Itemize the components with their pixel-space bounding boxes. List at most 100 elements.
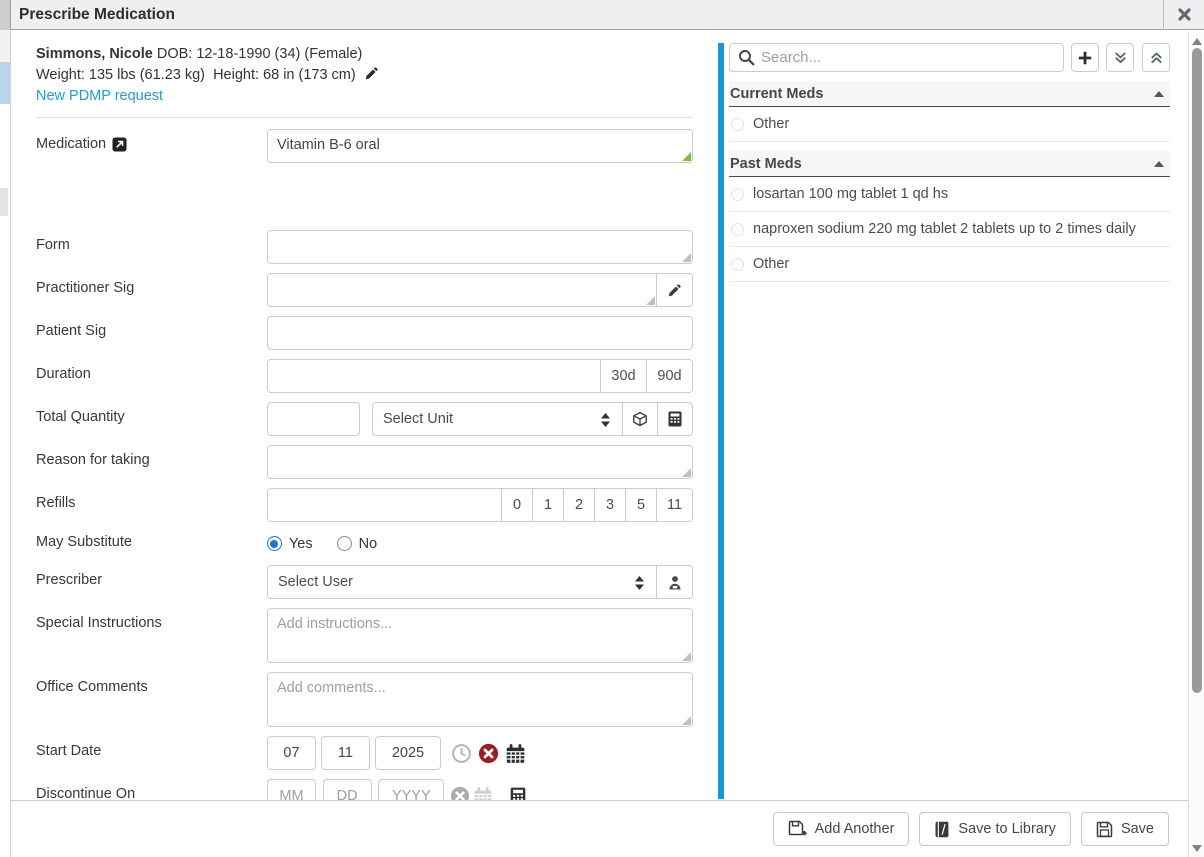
radio-unselected-icon bbox=[731, 258, 744, 271]
med-item-label: Other bbox=[753, 116, 789, 132]
resize-handle-icon[interactable] bbox=[682, 716, 691, 725]
expand-all-button[interactable] bbox=[1106, 43, 1134, 72]
office-comments-input[interactable] bbox=[267, 672, 693, 727]
prescriber-label: Prescriber bbox=[36, 572, 102, 588]
resize-handle-icon[interactable] bbox=[682, 152, 691, 161]
patient-vitals: Weight: 135 lbs (61.23 kg) Height: 68 in… bbox=[36, 65, 693, 86]
past-meds-other-item[interactable]: Other bbox=[729, 247, 1170, 282]
quantity-calculator-button[interactable] bbox=[657, 402, 693, 436]
vertical-scrollbar[interactable] bbox=[1188, 31, 1204, 857]
resize-handle-icon[interactable] bbox=[682, 468, 691, 477]
scroll-down-arrow[interactable] bbox=[1192, 845, 1202, 852]
refills-label: Refills bbox=[36, 495, 75, 511]
patient-sig-input[interactable] bbox=[267, 316, 693, 350]
cube-icon bbox=[632, 411, 648, 427]
patient-name: Simmons, Nicole bbox=[36, 46, 153, 62]
current-meds-header[interactable]: Current Meds bbox=[729, 81, 1170, 107]
refills-1-button[interactable]: 1 bbox=[532, 488, 564, 522]
sort-arrows-icon bbox=[635, 576, 644, 590]
add-med-button[interactable] bbox=[1071, 43, 1099, 72]
radio-selected-icon bbox=[267, 536, 282, 551]
pencil-icon bbox=[667, 283, 682, 298]
form-input[interactable] bbox=[267, 230, 693, 264]
collapse-arrow-icon bbox=[1154, 161, 1164, 167]
radio-unselected-icon bbox=[731, 223, 744, 236]
past-meds-header[interactable]: Past Meds bbox=[729, 151, 1170, 177]
start-date-label: Start Date bbox=[36, 743, 101, 759]
save-button[interactable]: Save bbox=[1081, 812, 1169, 846]
save-to-library-label: Save to Library bbox=[958, 821, 1056, 837]
medication-external-link-icon[interactable] bbox=[112, 137, 127, 152]
dialog-title: Prescribe Medication bbox=[11, 6, 175, 24]
past-med-item-losartan[interactable]: losartan 100 mg tablet 1 qd hs bbox=[729, 177, 1170, 212]
calculator-icon bbox=[668, 411, 682, 427]
patient-dob: DOB: 12-18-1990 (34) (Female) bbox=[157, 46, 363, 62]
past-med-item-naproxen[interactable]: naproxen sodium 220 mg tablet 2 tablets … bbox=[729, 212, 1170, 247]
save-label: Save bbox=[1121, 821, 1154, 837]
meds-search-input[interactable] bbox=[729, 43, 1064, 72]
refills-0-button[interactable]: 0 bbox=[501, 488, 533, 522]
duration-input[interactable] bbox=[267, 359, 601, 393]
edit-vitals-pencil-icon[interactable] bbox=[364, 66, 379, 81]
start-date-day-input[interactable] bbox=[321, 736, 370, 770]
refills-11-button[interactable]: 11 bbox=[656, 488, 693, 522]
prescriber-select-value: Select User bbox=[278, 574, 353, 590]
form-label: Form bbox=[36, 237, 70, 253]
add-another-button[interactable]: Add Another bbox=[773, 812, 910, 846]
duration-30d-button[interactable]: 30d bbox=[600, 359, 647, 393]
special-instructions-input[interactable] bbox=[267, 608, 693, 663]
resize-handle-icon[interactable] bbox=[682, 253, 691, 262]
interaction-spacer bbox=[36, 172, 693, 230]
section-title: Past Meds bbox=[730, 156, 802, 172]
refills-input[interactable] bbox=[267, 488, 502, 522]
provider-person-icon bbox=[668, 575, 682, 590]
sort-arrows-icon bbox=[601, 413, 610, 427]
reason-input[interactable] bbox=[267, 445, 693, 479]
refills-3-button[interactable]: 3 bbox=[594, 488, 626, 522]
may-substitute-no-radio[interactable]: No bbox=[337, 536, 378, 552]
refills-2-button[interactable]: 2 bbox=[563, 488, 595, 522]
total-quantity-label: Total Quantity bbox=[36, 409, 125, 425]
refills-5-button[interactable]: 5 bbox=[625, 488, 657, 522]
office-comments-label: Office Comments bbox=[36, 679, 148, 695]
med-item-label: losartan 100 mg tablet 1 qd hs bbox=[753, 186, 948, 202]
may-substitute-yes-radio[interactable]: Yes bbox=[267, 536, 313, 552]
practitioner-sig-input[interactable] bbox=[267, 273, 657, 307]
past-meds-section: Past Meds losartan 100 mg tablet 1 qd hs… bbox=[729, 151, 1170, 282]
medication-input[interactable]: Vitamin B-6 oral bbox=[267, 129, 693, 163]
background-page-sliver bbox=[0, 0, 10, 857]
book-icon bbox=[934, 821, 950, 838]
unit-select[interactable]: Select Unit bbox=[372, 402, 623, 436]
start-date-year-input[interactable] bbox=[375, 736, 441, 770]
dialog-footer: Add Another Save to Library Save bbox=[10, 800, 1188, 857]
new-pdmp-request-link[interactable]: New PDMP request bbox=[36, 88, 163, 104]
scroll-thumb[interactable] bbox=[1192, 48, 1202, 693]
unit-select-value: Select Unit bbox=[383, 411, 453, 427]
start-date-clear-icon[interactable] bbox=[478, 743, 499, 764]
plus-icon bbox=[1077, 50, 1093, 66]
current-meds-other-item[interactable]: Other bbox=[729, 107, 1170, 142]
scroll-up-arrow[interactable] bbox=[1192, 38, 1202, 45]
duration-label: Duration bbox=[36, 366, 91, 382]
start-date-month-input[interactable] bbox=[267, 736, 316, 770]
close-button[interactable] bbox=[1163, 0, 1204, 30]
total-quantity-input[interactable] bbox=[267, 402, 360, 436]
med-item-label: naproxen sodium 220 mg tablet 2 tablets … bbox=[753, 221, 1136, 237]
save-to-library-button[interactable]: Save to Library bbox=[919, 812, 1071, 846]
resize-handle-icon[interactable] bbox=[682, 652, 691, 661]
start-date-calendar-icon[interactable] bbox=[505, 743, 526, 764]
package-lookup-button[interactable] bbox=[622, 402, 658, 436]
edit-sig-button[interactable] bbox=[656, 273, 693, 307]
prescriber-select[interactable]: Select User bbox=[267, 565, 657, 599]
double-chevron-down-icon bbox=[1113, 50, 1128, 66]
collapse-all-button[interactable] bbox=[1142, 43, 1170, 72]
select-provider-button[interactable] bbox=[656, 565, 693, 599]
section-title: Current Meds bbox=[730, 86, 823, 102]
duration-90d-button[interactable]: 90d bbox=[646, 359, 693, 393]
practitioner-sig-label: Practitioner Sig bbox=[36, 280, 134, 296]
no-label: No bbox=[359, 536, 378, 552]
resize-handle-icon[interactable] bbox=[646, 296, 655, 305]
meds-panel: Current Meds Other Past Meds losartan 10… bbox=[718, 31, 1189, 800]
start-date-clock-icon[interactable] bbox=[451, 743, 472, 764]
patient-demographics: Simmons, Nicole DOB: 12-18-1990 (34) (Fe… bbox=[36, 44, 693, 65]
